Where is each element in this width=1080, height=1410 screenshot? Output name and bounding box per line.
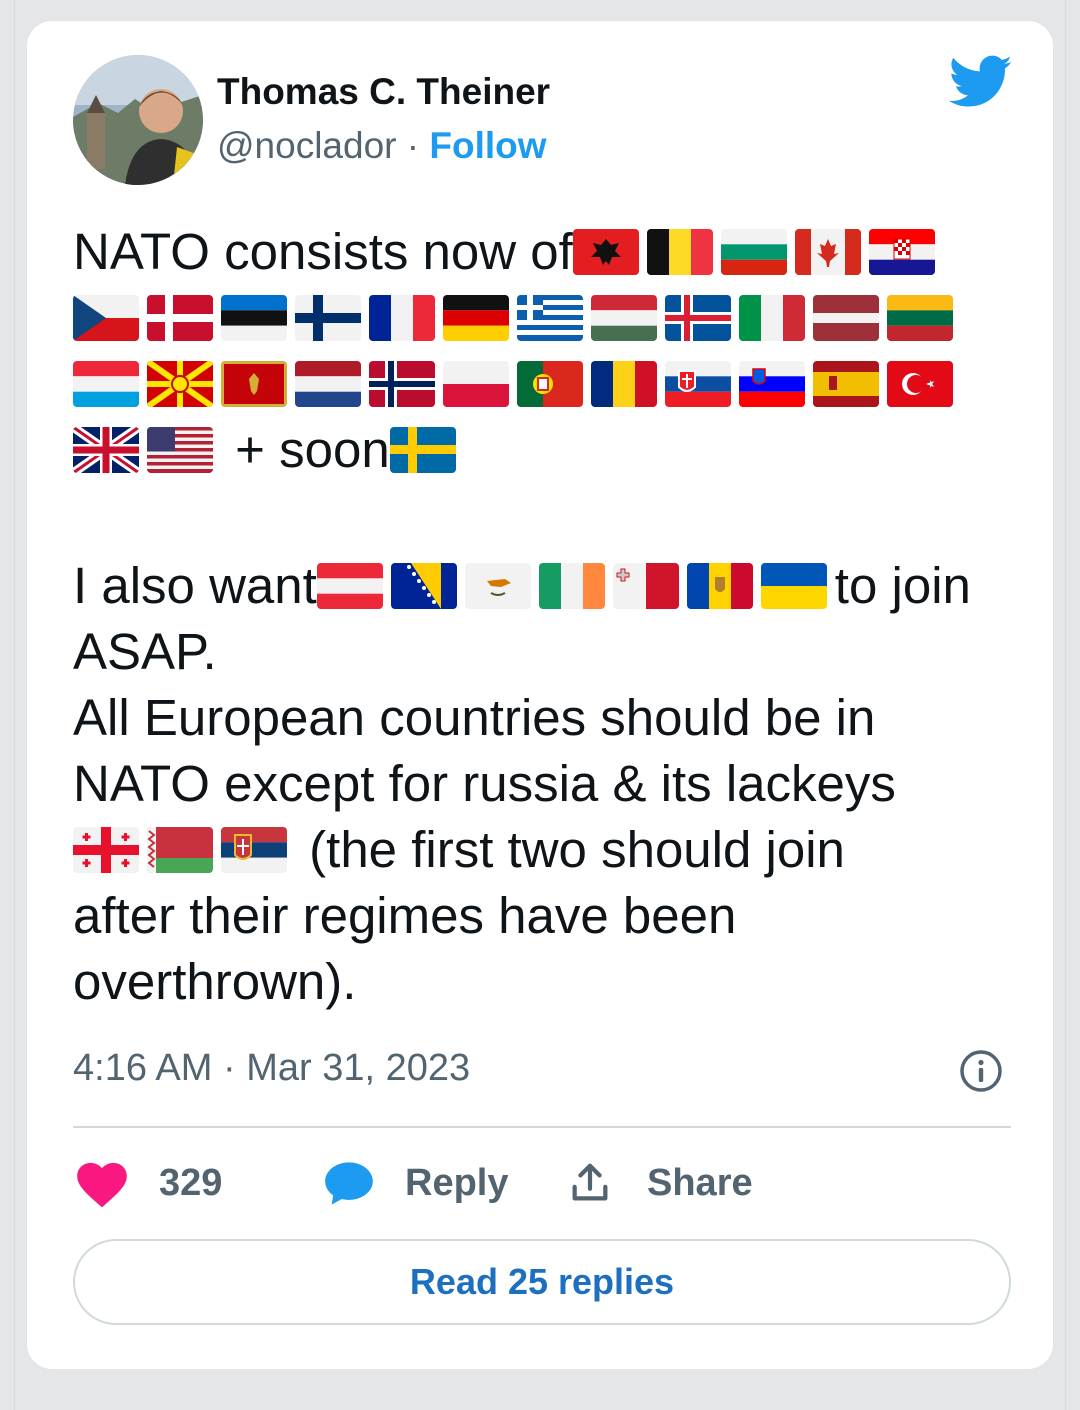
like-count: 329 <box>159 1161 223 1204</box>
author-handle-row: @noclador · Follow <box>217 125 547 167</box>
flag-norway-icon <box>369 361 435 407</box>
flag-ukraine-icon <box>760 563 827 609</box>
flag-turkey-icon <box>887 361 953 407</box>
flag-estonia-icon <box>221 295 287 341</box>
follow-button[interactable]: Follow <box>429 125 546 166</box>
flag-luxembourg-icon <box>73 361 139 407</box>
tweet-line-10: (the first two should join <box>73 817 1023 883</box>
info-icon[interactable] <box>959 1049 1003 1093</box>
tweet-text-nato-consists: NATO consists now of <box>73 223 573 280</box>
flag-latvia-icon <box>813 295 879 341</box>
share-upload-icon <box>572 1163 608 1201</box>
reply-label: Reply <box>405 1161 509 1204</box>
flag-hungary-icon <box>591 295 657 341</box>
flag-romania-icon <box>591 361 657 407</box>
tweet-text-also-want: I also want <box>73 557 317 614</box>
author-handle[interactable]: @noclador <box>217 125 397 166</box>
flag-malta-icon <box>612 563 679 609</box>
tweet-text-first-two: (the first two should join <box>295 821 845 878</box>
flag-canada-icon <box>794 229 861 275</box>
share-label: Share <box>647 1161 753 1204</box>
flag-greece-icon <box>517 295 583 341</box>
tweet-line-4: + soon <box>73 417 1023 483</box>
tweet-card: Thomas C. Theiner @noclador · Follow NAT… <box>26 20 1054 1370</box>
flag-slovakia-icon <box>665 361 731 407</box>
flag-moldova-icon <box>686 563 753 609</box>
flag-france-icon <box>369 295 435 341</box>
flag-albania-icon <box>572 229 639 275</box>
flag-cyprus-icon <box>464 563 531 609</box>
flag-north-macedonia-icon <box>147 361 213 407</box>
flag-germany-icon <box>443 295 509 341</box>
flag-denmark-icon <box>147 295 213 341</box>
right-edge <box>1065 0 1080 1410</box>
tweet-line-12: overthrown). <box>73 953 357 1010</box>
tweet-line-9: NATO except for russia & its lackeys <box>73 755 896 812</box>
flag-finland-icon <box>295 295 361 341</box>
tweet-line-7: ASAP. <box>73 623 217 680</box>
flag-ireland-icon <box>538 563 605 609</box>
flag-portugal-icon <box>517 361 583 407</box>
flag-czechia-icon <box>73 295 139 341</box>
flag-netherlands-icon <box>295 361 361 407</box>
reply-button[interactable]: Reply <box>323 1153 508 1213</box>
flag-lithuania-icon <box>887 295 953 341</box>
flag-slovenia-icon <box>739 361 805 407</box>
tweet-line-11: after their regimes have been <box>73 887 737 944</box>
tweet-header: Thomas C. Theiner @noclador · Follow <box>73 55 1013 185</box>
flag-serbia-icon <box>221 827 287 873</box>
flag-georgia-icon <box>73 827 139 873</box>
tweet-line-8: All European countries should be in <box>73 689 876 746</box>
tweet-line-1: NATO consists now of <box>73 219 1023 285</box>
heart-icon <box>77 1162 127 1208</box>
flag-iceland-icon <box>665 295 731 341</box>
flag-belarus-icon <box>147 827 213 873</box>
twitter-bird-icon[interactable] <box>949 55 1013 109</box>
avatar[interactable] <box>73 55 203 185</box>
flag-austria-icon <box>316 563 383 609</box>
tweet-text-soon: + soon <box>221 421 390 478</box>
flag-bosnia-and-herzegovina-icon <box>390 563 457 609</box>
handle-separator: · <box>406 125 420 166</box>
flag-spain-icon <box>813 361 879 407</box>
left-edge <box>0 0 15 1410</box>
tweet-line-3 <box>73 351 1023 417</box>
like-button[interactable]: 329 <box>73 1153 222 1213</box>
tweet-line-6: I also want to join <box>73 553 1023 619</box>
flag-italy-icon <box>739 295 805 341</box>
tweet-line-2 <box>73 285 1023 351</box>
flag-belgium-icon <box>646 229 713 275</box>
share-button[interactable]: Share <box>567 1153 753 1213</box>
divider <box>73 1126 1011 1128</box>
flag-sweden-icon <box>389 427 456 473</box>
flag-croatia-icon <box>868 229 935 275</box>
flag-united-states-icon <box>147 427 213 473</box>
read-replies-button[interactable]: Read 25 replies <box>73 1239 1011 1325</box>
tweet-actions: 329 Reply Share <box>73 1153 1013 1213</box>
tweet-text-to-join: to join <box>834 557 971 614</box>
flag-bulgaria-icon <box>720 229 787 275</box>
flag-montenegro-icon <box>221 361 287 407</box>
author-name[interactable]: Thomas C. Theiner <box>217 71 550 113</box>
reply-bubble-icon <box>325 1162 373 1205</box>
tweet-timestamp[interactable]: 4:16 AM · Mar 31, 2023 <box>73 1047 470 1090</box>
tweet-text: NATO consists now of + soon I also want … <box>73 219 1023 1015</box>
flag-united-kingdom-icon <box>73 427 139 473</box>
flag-poland-icon <box>443 361 509 407</box>
